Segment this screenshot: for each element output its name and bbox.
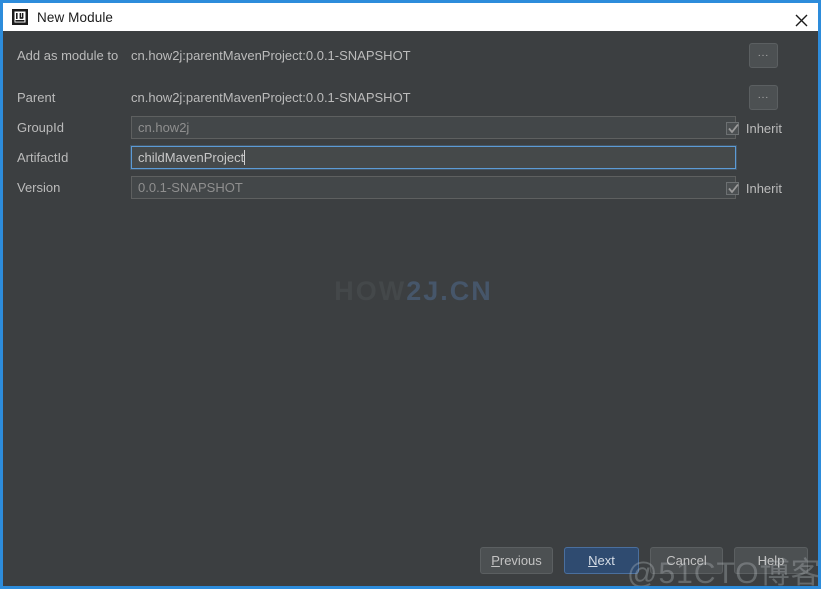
inherit-groupid-label: Inherit	[745, 120, 782, 136]
row-groupid: GroupId Inherit	[3, 113, 818, 143]
row-version: Version Inherit	[3, 173, 818, 203]
close-icon[interactable]	[779, 6, 818, 34]
ellipsis-icon: ...	[757, 89, 770, 101]
groupid-input[interactable]	[131, 116, 736, 139]
text-caret	[244, 150, 245, 165]
previous-mnemonic: P	[491, 553, 500, 568]
row-add-as-module-to: Add as module to cn.how2j:parentMavenPro…	[3, 41, 818, 71]
value-parent: cn.how2j:parentMavenProject:0.0.1-SNAPSH…	[131, 90, 411, 105]
row-parent: Parent cn.how2j:parentMavenProject:0.0.1…	[3, 83, 818, 113]
label-version: Version	[17, 180, 61, 195]
label-groupid: GroupId	[17, 120, 64, 135]
dialog-footer: Previous Next Cancel Help	[3, 547, 818, 586]
browse-button-parent[interactable]: ...	[749, 85, 778, 110]
value-add-as-module-to: cn.how2j:parentMavenProject:0.0.1-SNAPSH…	[131, 48, 411, 63]
next-mnemonic: N	[588, 553, 598, 568]
help-button[interactable]: Help	[734, 547, 808, 574]
checkbox-checked-icon	[725, 181, 739, 195]
intellij-idea-icon	[12, 9, 28, 25]
row-artifactid: ArtifactId	[3, 143, 818, 173]
inherit-version-label: Inherit	[745, 180, 782, 196]
browse-button-add-as-module-to[interactable]: ...	[749, 43, 778, 68]
inherit-version-checkbox[interactable]: Inherit	[725, 177, 782, 199]
version-input[interactable]	[131, 176, 736, 199]
cancel-button[interactable]: Cancel	[650, 547, 723, 574]
next-button[interactable]: Next	[564, 547, 639, 574]
label-artifactid: ArtifactId	[17, 150, 69, 165]
new-module-dialog: New Module Add as module to cn.how2j:par…	[0, 0, 821, 589]
label-add-as-module-to: Add as module to	[17, 48, 119, 63]
previous-button[interactable]: Previous	[480, 547, 553, 574]
next-label: ext	[597, 553, 615, 568]
checkbox-checked-icon	[725, 121, 739, 135]
artifactid-input[interactable]	[131, 146, 736, 169]
module-form: Add as module to cn.how2j:parentMavenPro…	[3, 31, 818, 586]
inherit-groupid-checkbox[interactable]: Inherit	[725, 117, 782, 139]
ellipsis-icon: ...	[757, 47, 770, 59]
window-title: New Module	[37, 9, 114, 25]
previous-label: revious	[499, 553, 542, 568]
titlebar: New Module	[3, 0, 818, 34]
label-parent: Parent	[17, 90, 56, 105]
